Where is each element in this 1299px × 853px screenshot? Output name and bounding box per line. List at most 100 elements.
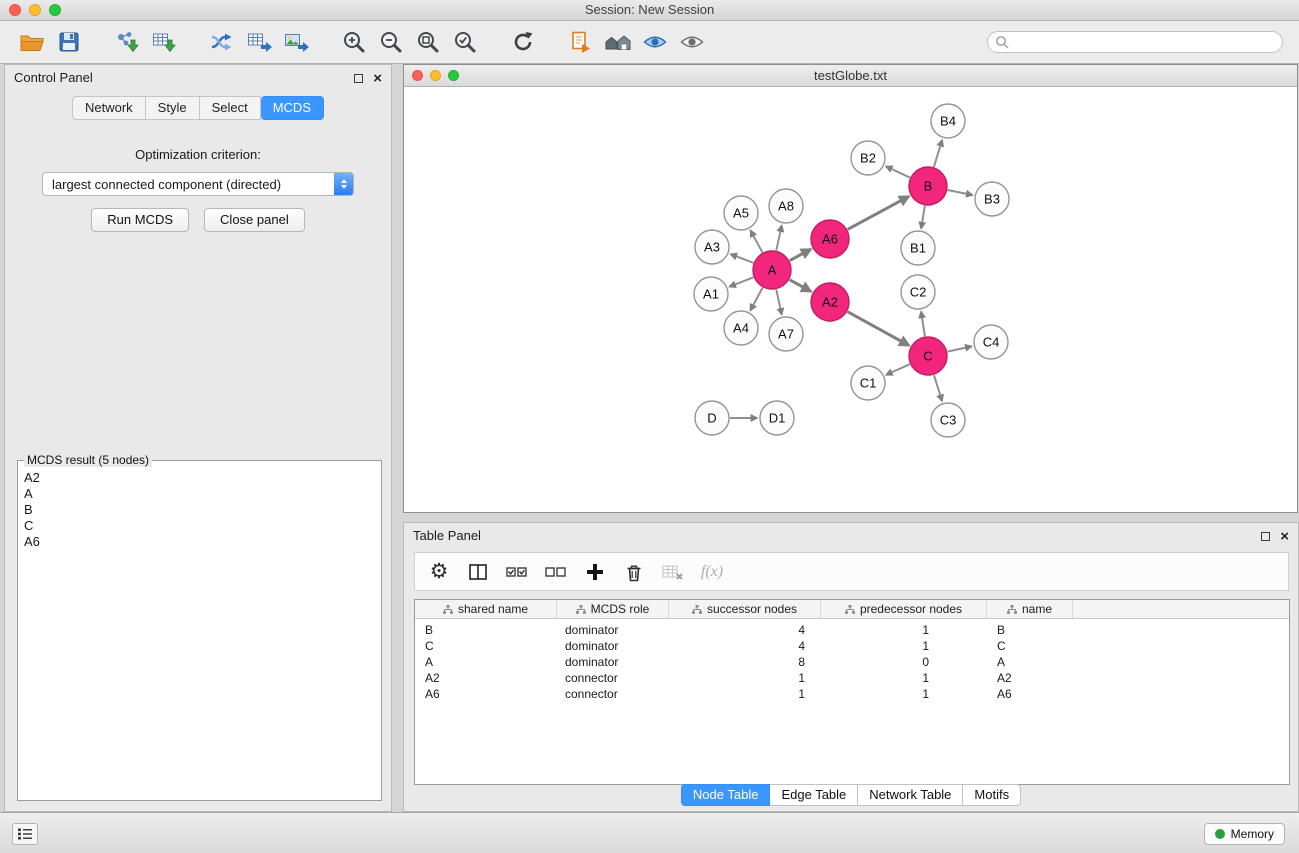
graph-node-D1[interactable]: D1 xyxy=(760,401,794,435)
table-settings-gear-icon[interactable]: ⚙ xyxy=(427,560,451,584)
export-image-button[interactable] xyxy=(280,26,312,58)
first-neighbors-button[interactable] xyxy=(602,26,634,58)
graph-close-button[interactable] xyxy=(412,70,423,81)
table-row[interactable]: A6connector11A6 xyxy=(415,686,1289,702)
criterion-dropdown[interactable]: largest connected component (directed) xyxy=(42,172,354,196)
tab-network[interactable]: Network xyxy=(72,96,146,120)
float-panel-icon[interactable] xyxy=(354,74,363,83)
close-window-button[interactable] xyxy=(9,4,21,16)
tab-style[interactable]: Style xyxy=(146,96,200,120)
edge-A-A2[interactable] xyxy=(790,280,811,292)
tab-node-table[interactable]: Node Table xyxy=(681,784,771,806)
column-header-successor-nodes[interactable]: successor nodes xyxy=(669,600,821,618)
dropdown-stepper-icon[interactable] xyxy=(334,173,353,195)
show-hide-button[interactable] xyxy=(676,26,708,58)
tab-network-table[interactable]: Network Table xyxy=(858,784,963,806)
import-table-from-file-button[interactable] xyxy=(148,26,180,58)
table-row[interactable]: A2connector11A2 xyxy=(415,670,1289,686)
tab-mcds[interactable]: MCDS xyxy=(261,96,324,120)
search-input[interactable] xyxy=(1013,35,1275,49)
zoom-selected-button[interactable] xyxy=(449,26,481,58)
float-table-panel-icon[interactable] xyxy=(1261,532,1270,541)
show-panels-button[interactable] xyxy=(12,823,38,845)
minimize-window-button[interactable] xyxy=(29,4,41,16)
toolbar-search[interactable] xyxy=(987,31,1283,53)
zoom-fit-button[interactable] xyxy=(412,26,444,58)
graph-node-A5[interactable]: A5 xyxy=(724,196,758,230)
table-row[interactable]: Bdominator41B xyxy=(415,622,1289,638)
export-table-button[interactable] xyxy=(243,26,275,58)
edge-B-B3[interactable] xyxy=(948,190,973,195)
graph-maximize-button[interactable] xyxy=(448,70,459,81)
graph-node-A8[interactable]: A8 xyxy=(769,189,803,223)
column-header-MCDS-role[interactable]: MCDS role xyxy=(557,600,669,618)
edge-C-C2[interactable] xyxy=(921,312,925,336)
graph-node-C3[interactable]: C3 xyxy=(931,403,965,437)
edge-A-A4[interactable] xyxy=(750,288,762,311)
graph-node-B4[interactable]: B4 xyxy=(931,104,965,138)
graph-node-A1[interactable]: A1 xyxy=(694,277,728,311)
edge-A2-C[interactable] xyxy=(848,312,909,346)
show-columns-icon[interactable] xyxy=(466,560,490,584)
edge-A-A6[interactable] xyxy=(790,249,811,260)
edge-A-A3[interactable] xyxy=(731,254,754,263)
select-all-icon[interactable] xyxy=(505,560,529,584)
tab-motifs[interactable]: Motifs xyxy=(963,784,1021,806)
graph-minimize-button[interactable] xyxy=(430,70,441,81)
new-network-from-selection-button[interactable] xyxy=(565,26,597,58)
delete-table-icon[interactable] xyxy=(661,560,685,584)
memory-button[interactable]: Memory xyxy=(1204,823,1285,845)
column-header-shared-name[interactable]: shared name xyxy=(415,600,557,618)
save-session-button[interactable] xyxy=(53,26,85,58)
close-panel-icon[interactable]: × xyxy=(373,71,382,86)
style-details-button[interactable] xyxy=(639,26,671,58)
maximize-window-button[interactable] xyxy=(49,4,61,16)
deselect-all-icon[interactable] xyxy=(544,560,568,584)
edge-B-B2[interactable] xyxy=(886,166,910,177)
edge-A-A8[interactable] xyxy=(776,226,781,251)
function-builder-icon[interactable]: f(x) xyxy=(700,560,724,584)
run-mcds-button[interactable]: Run MCDS xyxy=(91,208,189,232)
graph-node-B2[interactable]: B2 xyxy=(851,141,885,175)
graph-node-C1[interactable]: C1 xyxy=(851,366,885,400)
table-row[interactable]: Cdominator41C xyxy=(415,638,1289,654)
graph-node-A4[interactable]: A4 xyxy=(724,311,758,345)
graph-node-D[interactable]: D xyxy=(695,401,729,435)
tab-edge-table[interactable]: Edge Table xyxy=(770,784,858,806)
close-table-panel-icon[interactable]: × xyxy=(1280,529,1289,544)
zoom-in-button[interactable] xyxy=(338,26,370,58)
graph-node-C[interactable]: C xyxy=(909,337,947,375)
edge-B-B1[interactable] xyxy=(921,206,925,229)
graph-node-A6[interactable]: A6 xyxy=(811,220,849,258)
graph-node-A[interactable]: A xyxy=(753,251,791,289)
zoom-out-button[interactable] xyxy=(375,26,407,58)
edge-C-C4[interactable] xyxy=(948,346,972,351)
tab-select[interactable]: Select xyxy=(200,96,261,120)
network-canvas[interactable]: A B C A2 A6 A1 A3 A4 A5 A7 A8 B1 B2 B3 B4 C1 C2 C3 C4 D D1 xyxy=(404,87,1297,512)
graph-node-C4[interactable]: C4 xyxy=(974,325,1008,359)
refresh-layout-button[interactable] xyxy=(507,26,539,58)
column-header-predecessor-nodes[interactable]: predecessor nodes xyxy=(821,600,987,618)
export-network-button[interactable] xyxy=(206,26,238,58)
open-session-button[interactable] xyxy=(16,26,48,58)
edge-A-A5[interactable] xyxy=(751,231,763,253)
edge-A-A7[interactable] xyxy=(776,290,781,315)
edge-A-A1[interactable] xyxy=(730,277,754,286)
close-panel-button[interactable]: Close panel xyxy=(204,208,305,232)
edge-B-B4[interactable] xyxy=(934,140,942,167)
edge-C-C1[interactable] xyxy=(886,364,910,375)
add-row-plus-icon[interactable] xyxy=(583,560,607,584)
column-header-name[interactable]: name xyxy=(987,600,1073,618)
edge-C-C3[interactable] xyxy=(934,375,942,401)
graph-node-B3[interactable]: B3 xyxy=(975,182,1009,216)
graph-node-A7[interactable]: A7 xyxy=(769,317,803,351)
graph-node-B1[interactable]: B1 xyxy=(901,231,935,265)
edge-A6-B[interactable] xyxy=(848,196,909,229)
import-network-from-file-button[interactable] xyxy=(111,26,143,58)
graph-node-A2[interactable]: A2 xyxy=(811,283,849,321)
graph-node-B[interactable]: B xyxy=(909,167,947,205)
graph-node-C2[interactable]: C2 xyxy=(901,275,935,309)
table-row[interactable]: Adominator80A xyxy=(415,654,1289,670)
delete-rows-trash-icon[interactable] xyxy=(622,560,646,584)
graph-node-A3[interactable]: A3 xyxy=(695,230,729,264)
